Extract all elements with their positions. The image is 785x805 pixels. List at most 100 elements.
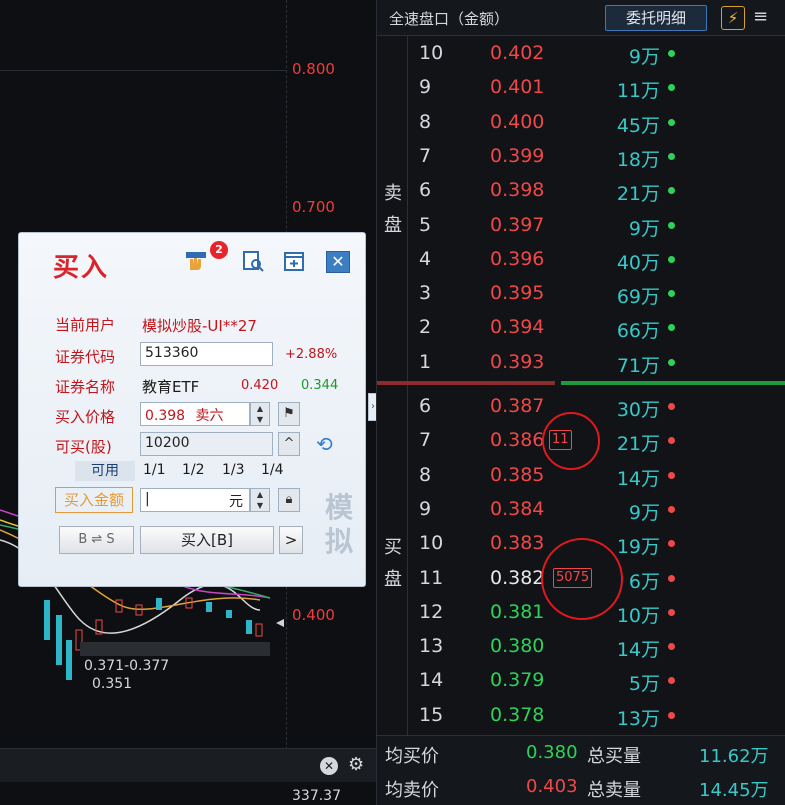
- ask-dot: [668, 290, 675, 298]
- ask-price: 0.397: [490, 213, 545, 236]
- amount-value: |: [145, 491, 150, 507]
- amount-unit: 元: [229, 494, 243, 510]
- fraction-1-3[interactable]: 1/3: [222, 462, 245, 478]
- bid-price: 0.382: [490, 566, 545, 589]
- code-input[interactable]: 513360: [140, 342, 273, 366]
- more-button[interactable]: >: [279, 526, 303, 554]
- order-book-title: 全速盘口（金额）: [389, 10, 510, 28]
- bid-divider: [561, 381, 785, 385]
- bid-dot: [668, 711, 675, 719]
- order-book: 全速盘口（金额） 委托明细 ⚡ ≡ 卖盘 买盘 10 0.402 9万 9 0.401 1…: [376, 0, 785, 805]
- amount-stepper[interactable]: ▲ ▼: [250, 488, 270, 512]
- qty-label: 可买(股): [55, 438, 112, 456]
- bid-dot: [668, 574, 675, 582]
- new-window-icon[interactable]: [282, 250, 306, 272]
- ask-volume: 9万: [628, 217, 660, 240]
- ask-dot: [668, 187, 675, 195]
- gear-icon[interactable]: ⚙: [348, 754, 364, 775]
- ask-level: 10: [419, 42, 444, 64]
- price-axis-label: 0.400: [292, 606, 335, 624]
- bid-dot: [668, 403, 675, 410]
- fraction-1-4[interactable]: 1/4: [261, 462, 284, 478]
- bid-price: 0.385: [490, 463, 545, 486]
- menu-icon[interactable]: ≡: [753, 6, 768, 27]
- bid-price: 0.387: [490, 395, 545, 417]
- ask-volume: 9万: [628, 46, 660, 68]
- bid-price: 0.379: [490, 669, 545, 692]
- total-sell-label: 总卖量: [587, 780, 641, 801]
- price-input[interactable]: 0.398 卖六: [140, 402, 250, 426]
- buy-submit-button[interactable]: 买入[B]: [140, 526, 274, 554]
- ask-price: 0.395: [490, 282, 545, 305]
- price-label: 买入价格: [55, 408, 116, 426]
- ask-volume: 45万: [616, 114, 660, 137]
- fraction-1-1[interactable]: 1/1: [143, 462, 166, 478]
- total-sell-value: 14.45万: [699, 780, 769, 801]
- ask-price: 0.393: [490, 350, 545, 373]
- bs-switch-button[interactable]: B ⇌ S: [59, 526, 134, 554]
- notification-badge: 2: [210, 241, 228, 259]
- order-detail-button[interactable]: 委托明细: [605, 5, 707, 31]
- ask-price: 0.401: [490, 76, 545, 99]
- ask-price: 0.394: [490, 316, 545, 339]
- ask-price: 0.398: [490, 179, 545, 202]
- bid-price: 0.378: [490, 703, 545, 726]
- bid-volume: 14万: [616, 639, 660, 662]
- bid-level: 10: [419, 532, 444, 555]
- chevron-up-icon[interactable]: ^: [278, 432, 300, 456]
- ask-dot: [668, 358, 675, 366]
- bid-dot: [668, 505, 675, 513]
- bid-level: 11: [419, 566, 444, 589]
- ask-level: 5: [419, 213, 432, 236]
- close-button[interactable]: ✕: [326, 251, 350, 273]
- ask-volume: 18万: [616, 148, 660, 171]
- order-book-header: 全速盘口（金额） 委托明细 ⚡ ≡: [377, 0, 785, 36]
- ask-dot: [668, 255, 675, 263]
- ask-level: 9: [419, 76, 432, 99]
- bid-volume: 5万: [628, 673, 660, 696]
- simulation-watermark: 模拟: [324, 491, 353, 558]
- user-label: 当前用户: [55, 316, 116, 334]
- close-icon[interactable]: ✕: [320, 757, 338, 775]
- amount-label[interactable]: 买入金额: [55, 487, 133, 513]
- bid-volume: 6万: [628, 570, 660, 593]
- user-value: 模拟炒股-UI**27: [142, 317, 257, 335]
- ask-volume: 11万: [616, 80, 660, 103]
- fraction-1-2[interactable]: 1/2: [182, 462, 205, 478]
- price-value: 0.398: [145, 408, 186, 424]
- flag-icon[interactable]: ⚑: [278, 402, 300, 426]
- search-doc-icon[interactable]: [241, 250, 265, 272]
- avg-sell-price: 0.403: [526, 776, 578, 797]
- bid-dot: [668, 540, 675, 548]
- buy-dialog[interactable]: 买入 2 ✕ 当前用户 模拟炒股-UI**27 证券代码 513360 +2.8…: [18, 232, 378, 587]
- ask-price: 0.399: [490, 144, 545, 167]
- lock-icon[interactable]: 🔒︎: [278, 488, 300, 512]
- hand-icon[interactable]: [184, 250, 208, 272]
- column-divider: [407, 36, 408, 381]
- bid-dot: [668, 437, 675, 445]
- flash-icon[interactable]: ⚡: [721, 6, 745, 30]
- bid-dot: [668, 643, 675, 651]
- ask-dot: [668, 152, 675, 160]
- low-label: 0.351: [92, 676, 133, 692]
- ask-dot: [668, 50, 675, 57]
- ask-level: 4: [419, 247, 432, 270]
- avg-buy-label: 均买价: [385, 746, 439, 767]
- indicator-value: 337.37: [292, 788, 341, 804]
- change-percent: +2.88%: [285, 347, 338, 362]
- price-stepper[interactable]: ▲ ▼: [250, 402, 270, 426]
- code-label: 证券代码: [55, 348, 116, 366]
- refresh-icon[interactable]: ⟲: [316, 432, 333, 456]
- bid-level: 13: [419, 635, 444, 658]
- amount-input[interactable]: | 元: [140, 488, 250, 512]
- bid-price: 0.380: [490, 635, 545, 658]
- bid-level: 12: [419, 600, 444, 623]
- bid-volume: 19万: [616, 536, 660, 559]
- bid-volume: 21万: [616, 433, 660, 456]
- grid-line: [0, 70, 286, 71]
- bid-level: 9: [419, 497, 432, 520]
- ask-dot: [668, 84, 675, 92]
- bid-volume: 30万: [616, 399, 660, 421]
- bid-volume: 14万: [616, 467, 660, 490]
- ask-level: 7: [419, 144, 432, 167]
